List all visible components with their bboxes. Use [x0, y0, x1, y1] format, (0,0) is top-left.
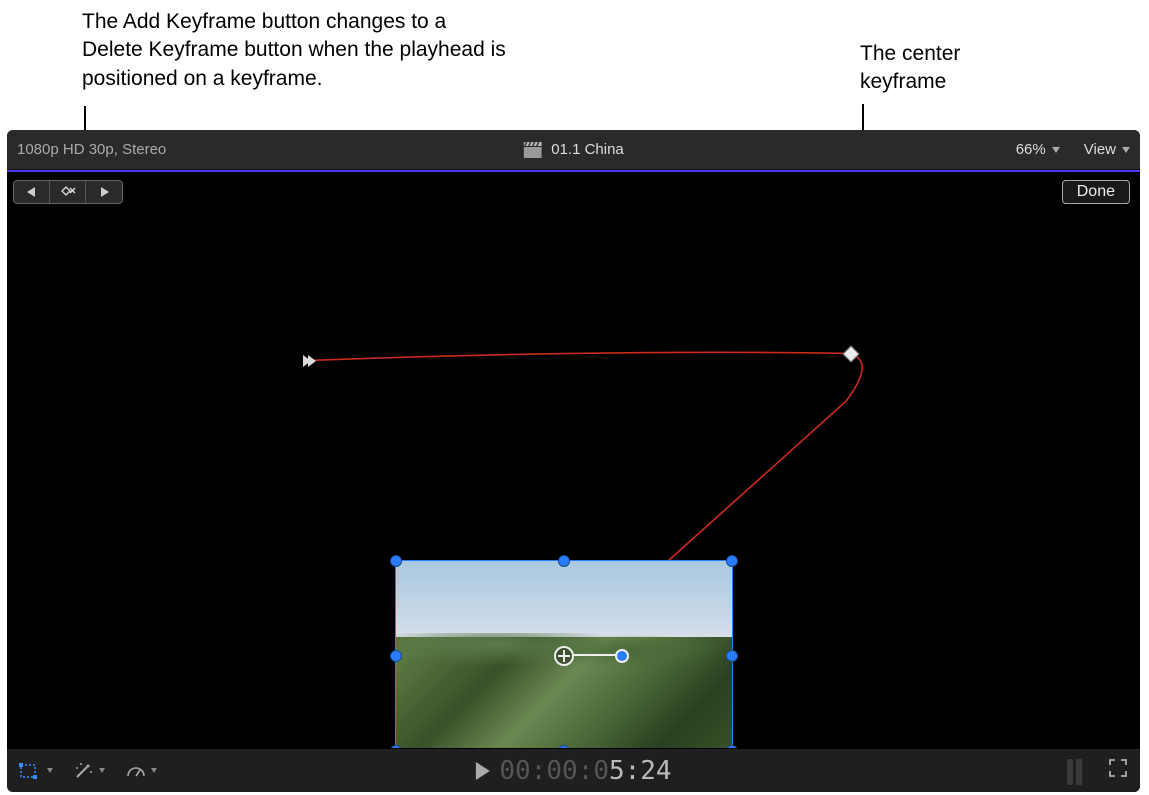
- callout-right-1: The center: [860, 40, 960, 68]
- top-toolbar: 1080p HD 30p, Stereo 01.1 China 66%: [7, 130, 1140, 170]
- callout-right-2: keyframe: [860, 68, 946, 96]
- clip-transform-box[interactable]: [395, 560, 733, 752]
- transform-tool-dropdown[interactable]: [17, 761, 53, 781]
- chevron-down-icon: [1122, 147, 1130, 153]
- prev-keyframe-button[interactable]: [14, 181, 50, 203]
- viewer-window: 1080p HD 30p, Stereo 01.1 China 66%: [7, 130, 1140, 792]
- format-status: 1080p HD 30p, Stereo: [17, 141, 166, 158]
- view-dropdown[interactable]: View: [1084, 141, 1130, 158]
- timecode-bright: 5:24: [609, 756, 672, 786]
- chevron-down-icon: [1052, 147, 1060, 153]
- clip-title-group: 01.1 China: [523, 141, 624, 158]
- path-start-marker[interactable]: [301, 353, 317, 369]
- rotate-handle-line: [572, 654, 620, 656]
- enhance-tool-dropdown[interactable]: [73, 761, 105, 781]
- transform-handle-tr[interactable]: [726, 555, 738, 567]
- bottom-toolbar: 00:00:05:24: [7, 748, 1140, 792]
- transform-handle-tl[interactable]: [390, 555, 402, 567]
- transform-handle-tc[interactable]: [558, 555, 570, 567]
- transform-handle-mr[interactable]: [726, 650, 738, 662]
- chevron-down-icon: [47, 768, 53, 773]
- clip-name: 01.1 China: [551, 141, 624, 158]
- next-keyframe-button[interactable]: [86, 181, 122, 203]
- audio-meter: [1067, 757, 1082, 785]
- zoom-dropdown[interactable]: 66%: [1016, 141, 1060, 158]
- view-label: View: [1084, 141, 1116, 158]
- zoom-label: 66%: [1016, 141, 1046, 158]
- chevron-down-icon: [151, 768, 157, 773]
- viewer-area[interactable]: Done: [7, 170, 1140, 748]
- clip-center-control[interactable]: [554, 646, 574, 666]
- timecode-display: 00:00:05:24: [499, 756, 671, 786]
- transform-handle-ml[interactable]: [390, 650, 402, 662]
- callout-left: The Add Keyframe button changes to a Del…: [82, 8, 512, 93]
- fullscreen-button[interactable]: [1108, 758, 1128, 783]
- wand-icon: [73, 761, 95, 781]
- rotate-handle-knob[interactable]: [615, 649, 629, 663]
- speedometer-icon: [125, 761, 147, 781]
- done-button[interactable]: Done: [1062, 180, 1130, 204]
- timecode-dim: 00:00:0: [499, 756, 609, 786]
- chevron-down-icon: [99, 768, 105, 773]
- delete-keyframe-button[interactable]: [50, 181, 86, 203]
- crop-icon: [17, 761, 43, 781]
- center-keyframe-marker[interactable]: [843, 346, 860, 363]
- retime-tool-dropdown[interactable]: [125, 761, 157, 781]
- keyframe-nav-group: [13, 180, 123, 204]
- play-button[interactable]: [475, 762, 489, 780]
- clapperboard-icon: [523, 142, 541, 158]
- playback-group: 00:00:05:24: [475, 756, 671, 786]
